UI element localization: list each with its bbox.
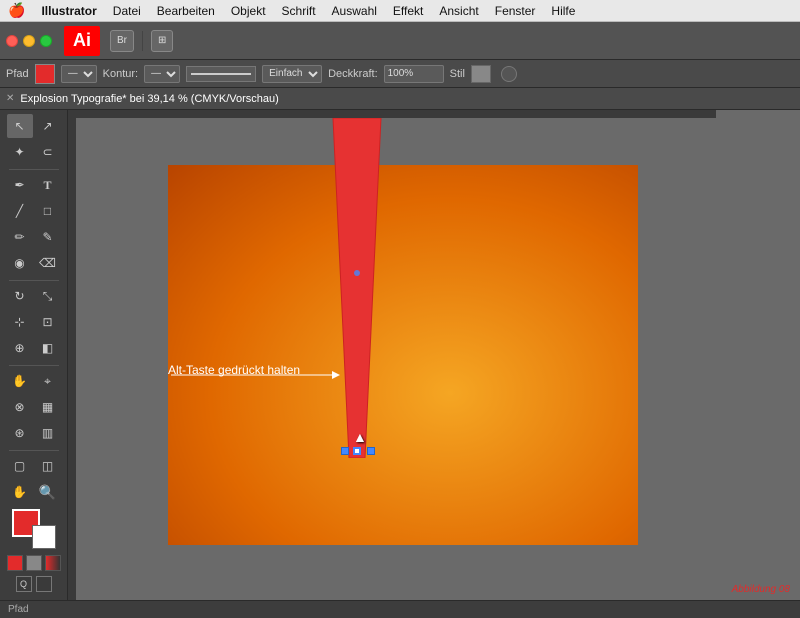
rotate-tool[interactable]: ↻ xyxy=(7,284,33,308)
extra-btn[interactable] xyxy=(36,576,52,592)
swatch-red[interactable] xyxy=(7,555,23,571)
tool-separator-3 xyxy=(9,365,59,366)
color-swatches-area: Q xyxy=(7,509,61,600)
free-transform-tool[interactable]: ⊡ xyxy=(35,310,61,334)
extra-swatches xyxy=(7,555,61,571)
apple-menu[interactable]: 🍎 xyxy=(8,2,25,19)
blob-brush-tool[interactable]: ◉ xyxy=(7,251,33,275)
abbildung-label: Abbildung 08 xyxy=(732,584,790,595)
toolbox: ↖ ↗ ✦ ⊂ ✒ T ╱ □ ✏ ✎ ◉ ⌫ ↻ ⤡ ⊹ xyxy=(0,110,68,600)
magic-wand-tool[interactable]: ✦ xyxy=(7,140,33,164)
pencil-tool[interactable]: ✎ xyxy=(35,225,61,249)
minimize-button[interactable] xyxy=(23,35,35,47)
anchor-handle-center[interactable] xyxy=(353,447,361,455)
hand-tool[interactable]: ✋ xyxy=(7,480,33,504)
ai-logo: Ai xyxy=(64,26,100,56)
zoom-tool[interactable]: 🔍 xyxy=(35,480,61,504)
tool-separator-4 xyxy=(9,450,59,451)
grid-button[interactable]: ⊞ xyxy=(151,30,173,52)
selection-tool[interactable]: ↖ xyxy=(7,114,33,138)
paintbrush-tool[interactable]: ✏ xyxy=(7,225,33,249)
column-graph-tool[interactable]: ▥ xyxy=(35,421,61,445)
tool-separator-2 xyxy=(9,280,59,281)
fill-mode-select[interactable]: — xyxy=(61,65,97,83)
application-toolbar: Ai Br ⊞ xyxy=(0,22,800,60)
opacity-input[interactable] xyxy=(384,65,444,83)
stroke-style-preview xyxy=(186,66,256,82)
shape-builder-tool[interactable]: ⊕ xyxy=(7,336,33,360)
path-label: Pfad xyxy=(6,68,29,80)
chart-tool[interactable]: ▦ xyxy=(35,395,61,419)
rect-tool[interactable]: □ xyxy=(35,199,61,223)
ruler-top xyxy=(76,110,716,118)
status-bar: Pfad xyxy=(0,600,800,618)
menu-illustrator[interactable]: Illustrator xyxy=(33,4,104,18)
traffic-lights xyxy=(6,35,52,47)
selection-cursor: ▲ xyxy=(353,429,367,445)
pen-tool[interactable]: ✒ xyxy=(7,173,33,197)
swatch-gradient[interactable] xyxy=(45,555,61,571)
main-area: ↖ ↗ ✦ ⊂ ✒ T ╱ □ ✏ ✎ ◉ ⌫ ↻ ⤡ ⊹ xyxy=(0,110,800,600)
properties-bar: Pfad — Kontur: — Einfach Deckkraft: Stil xyxy=(0,60,800,88)
lasso-tool[interactable]: ⊂ xyxy=(35,140,61,164)
eraser-tool[interactable]: ⌫ xyxy=(35,251,61,275)
type-tool[interactable]: T xyxy=(35,173,61,197)
deckkraft-label: Deckkraft: xyxy=(328,68,378,80)
bridge-button[interactable]: Br xyxy=(110,30,134,52)
menu-objekt[interactable]: Objekt xyxy=(223,4,274,18)
fullscreen-button[interactable] xyxy=(40,35,52,47)
document-tab-title[interactable]: Explosion Typografie* bei 39,14 % (CMYK/… xyxy=(20,93,278,105)
menu-ansicht[interactable]: Ansicht xyxy=(431,4,486,18)
red-path-shape xyxy=(323,118,391,458)
fill-color-swatch[interactable] xyxy=(35,64,55,84)
artboard-tool[interactable]: ▢ xyxy=(7,454,33,478)
appearance-button[interactable] xyxy=(501,66,517,82)
warp-tool[interactable]: ⊹ xyxy=(7,310,33,334)
status-text: Pfad xyxy=(8,604,29,615)
gradient-tool[interactable]: ◧ xyxy=(35,336,61,360)
stroke-weight-select[interactable]: — xyxy=(144,65,180,83)
menu-datei[interactable]: Datei xyxy=(105,4,149,18)
swatch-gray[interactable] xyxy=(26,555,42,571)
callout-tooltip: Alt-Taste gedrückt halten xyxy=(168,363,300,377)
tool-separator-1 xyxy=(9,169,59,170)
color-swatch-main xyxy=(12,509,56,549)
close-button[interactable] xyxy=(6,35,18,47)
blend-tool[interactable]: ⊗ xyxy=(7,395,33,419)
ruler-left xyxy=(68,110,76,600)
callout-text-label: Alt-Taste gedrückt halten xyxy=(168,363,300,377)
menu-auswahl[interactable]: Auswahl xyxy=(324,4,385,18)
menu-fenster[interactable]: Fenster xyxy=(487,4,544,18)
menu-bearbeiten[interactable]: Bearbeiten xyxy=(149,4,223,18)
artboard[interactable] xyxy=(168,165,638,545)
symbol-spray-tool[interactable]: ⊛ xyxy=(7,421,33,445)
slice-tool[interactable]: ◫ xyxy=(35,454,61,478)
menu-schrift[interactable]: Schrift xyxy=(274,4,324,18)
canvas-area[interactable]: ▲ Alt-Taste gedrückt halten Abbildung 08 xyxy=(68,110,800,600)
line-tool[interactable]: ╱ xyxy=(7,199,33,223)
tab-bar: ✕ Explosion Typografie* bei 39,14 % (CMY… xyxy=(0,88,800,110)
menu-hilfe[interactable]: Hilfe xyxy=(543,4,583,18)
anchor-handle-left[interactable] xyxy=(341,447,349,455)
menu-bar: 🍎 Illustrator Datei Bearbeiten Objekt Sc… xyxy=(0,0,800,22)
scale-tool[interactable]: ⤡ xyxy=(35,284,61,308)
menu-effekt[interactable]: Effekt xyxy=(385,4,431,18)
direct-selection-tool[interactable]: ↗ xyxy=(35,114,61,138)
background-color-swatch[interactable] xyxy=(32,525,56,549)
red-path-svg xyxy=(323,118,391,458)
toolbar-separator xyxy=(142,31,143,51)
kontur-label: Kontur: xyxy=(103,68,138,80)
anchor-handle-right[interactable] xyxy=(367,447,375,455)
quick-actions-btn[interactable]: Q xyxy=(16,576,32,592)
style-preview xyxy=(471,65,491,83)
tab-close-icon[interactable]: ✕ xyxy=(6,93,14,104)
eyedropper-tool[interactable]: ✋ xyxy=(7,369,33,393)
stroke-type-select[interactable]: Einfach xyxy=(262,65,322,83)
measure-tool[interactable]: ⌖ xyxy=(35,369,61,393)
stil-label: Stil xyxy=(450,68,465,80)
